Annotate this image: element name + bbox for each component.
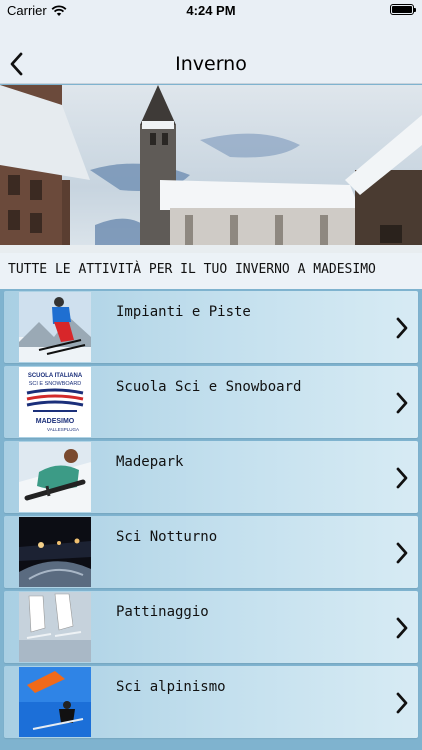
status-time: 4:24 PM	[186, 3, 236, 18]
item-label: Madepark	[116, 454, 184, 470]
page-title: Inverno	[175, 53, 247, 75]
chevron-right-icon	[396, 317, 408, 339]
chevron-right-icon	[396, 542, 408, 564]
item-label: Sci alpinismo	[116, 679, 226, 695]
battery-icon	[390, 4, 416, 15]
logo-text-line-2: SCI E SNOWBOARD	[29, 381, 82, 387]
ski-touring-thumbnail	[19, 667, 91, 737]
list-item[interactable]: Sci Notturno	[4, 516, 418, 588]
status-bar: Carrier 4:24 PM	[0, 0, 422, 22]
skates-thumbnail	[19, 592, 91, 662]
chevron-right-icon	[396, 392, 408, 414]
nav-bar: Inverno	[0, 22, 422, 84]
chevron-right-icon	[396, 692, 408, 714]
list-item[interactable]: SCUOLA ITALIANA SCI E SNOWBOARD MADESIMO…	[4, 366, 418, 438]
snowboarder-thumbnail	[19, 442, 91, 512]
item-label: Scuola Sci e Snowboard	[116, 379, 302, 395]
chevron-right-icon	[396, 467, 408, 489]
activity-list: Impianti e Piste SCUOLA ITALIANA SCI E S…	[0, 291, 422, 741]
item-label: Pattinaggio	[116, 604, 209, 620]
night-ski-thumbnail	[19, 517, 91, 587]
hero-caption: TUTTE LE ATTIVITÀ PER IL TUO INVERNO A M…	[0, 253, 422, 289]
chevron-right-icon	[396, 617, 408, 639]
logo-text-line-3: MADESIMO	[36, 418, 75, 425]
list-item[interactable]: Pattinaggio	[4, 591, 418, 663]
list-item[interactable]: Impianti e Piste	[4, 291, 418, 363]
list-item[interactable]: Sci alpinismo	[4, 666, 418, 738]
logo-text-line-4: VALLESPLUGA	[47, 427, 79, 432]
ski-school-logo-thumbnail: SCUOLA ITALIANA SCI E SNOWBOARD MADESIMO…	[19, 367, 91, 437]
item-label: Sci Notturno	[116, 529, 218, 545]
skier-thumbnail	[19, 292, 91, 362]
status-right	[390, 4, 416, 15]
hero-image: TUTTE LE ATTIVITÀ PER IL TUO INVERNO A M…	[0, 85, 422, 289]
list-item[interactable]: Madepark	[4, 441, 418, 513]
item-label: Impianti e Piste	[116, 304, 251, 320]
logo-text-line-1: SCUOLA ITALIANA	[28, 373, 83, 379]
